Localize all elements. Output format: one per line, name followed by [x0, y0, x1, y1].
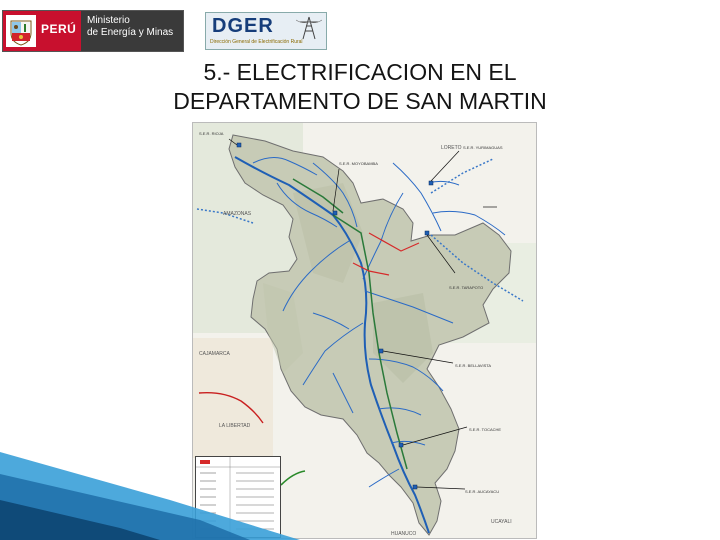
slide-corner-decoration — [0, 452, 300, 540]
